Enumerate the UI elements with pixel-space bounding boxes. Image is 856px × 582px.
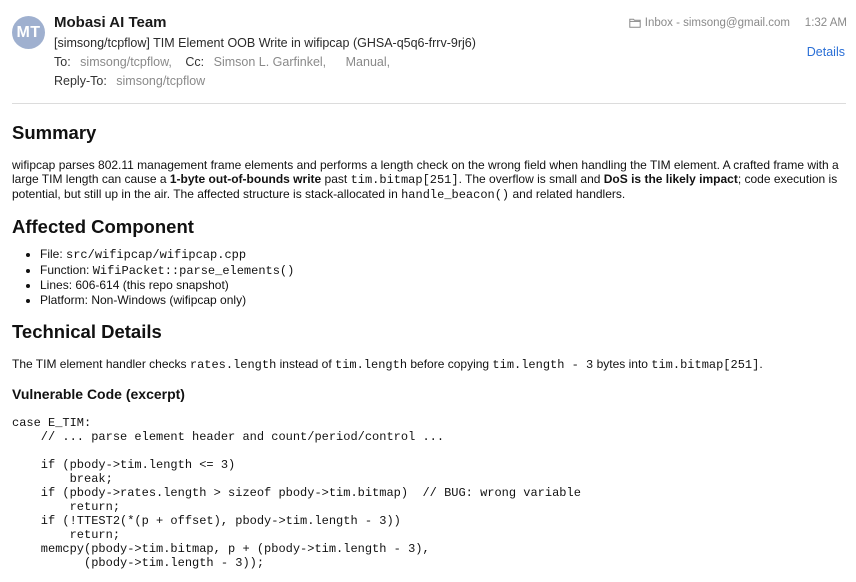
- email-header: MT Mobasi AI Team [simsong/tcpflow] TIM …: [0, 0, 856, 104]
- email-subject: [simsong/tcpflow] TIM Element OOB Write …: [54, 36, 476, 50]
- reply-to-row: Reply-To: simsong/tcpflow: [54, 74, 205, 88]
- to-address[interactable]: simsong/tcpflow,: [80, 55, 172, 69]
- folder-icon: [629, 18, 641, 28]
- email-body: Summary wifipcap parses 802.11 managemen…: [12, 122, 848, 570]
- vulnerable-code-heading: Vulnerable Code (excerpt): [12, 386, 185, 402]
- mailbox-indicator: Inbox - simsong@gmail.com: [629, 17, 790, 29]
- list-item: Lines: 606-614 (this repo snapshot): [40, 278, 848, 293]
- details-link[interactable]: Details: [807, 45, 845, 59]
- reply-to-address[interactable]: simsong/tcpflow: [116, 74, 205, 88]
- avatar: MT: [12, 16, 45, 49]
- cc-address[interactable]: Manual,: [346, 55, 390, 69]
- summary-heading: Summary: [12, 122, 97, 143]
- affected-heading: Affected Component: [12, 216, 194, 237]
- list-item: Platform: Non-Windows (wifipcap only): [40, 293, 848, 308]
- recipients-row: To: simsong/tcpflow, Cc: Simson L. Garfi…: [54, 55, 390, 69]
- list-item: File: src/wifipcap/wifipcap.cpp: [40, 247, 848, 263]
- reply-to-label: Reply-To:: [54, 74, 107, 88]
- summary-paragraph: wifipcap parses 802.11 management frame …: [12, 158, 839, 202]
- mailbox-label: Inbox - simsong@gmail.com: [644, 17, 790, 29]
- sender-name: Mobasi AI Team: [54, 14, 167, 31]
- code-block: case E_TIM: // ... parse element header …: [12, 416, 581, 570]
- to-label: To:: [54, 55, 71, 69]
- list-item: Function: WifiPacket::parse_elements(): [40, 263, 848, 279]
- cc-address[interactable]: Simson L. Garfinkel,: [214, 55, 327, 69]
- affected-list: File: src/wifipcap/wifipcap.cpp Function…: [12, 247, 848, 307]
- technical-heading: Technical Details: [12, 321, 162, 342]
- header-divider: [12, 103, 846, 104]
- cc-label: Cc:: [185, 55, 205, 69]
- technical-paragraph: The TIM element handler checks rates.len…: [12, 357, 763, 372]
- timestamp: 1:32 AM: [804, 17, 847, 29]
